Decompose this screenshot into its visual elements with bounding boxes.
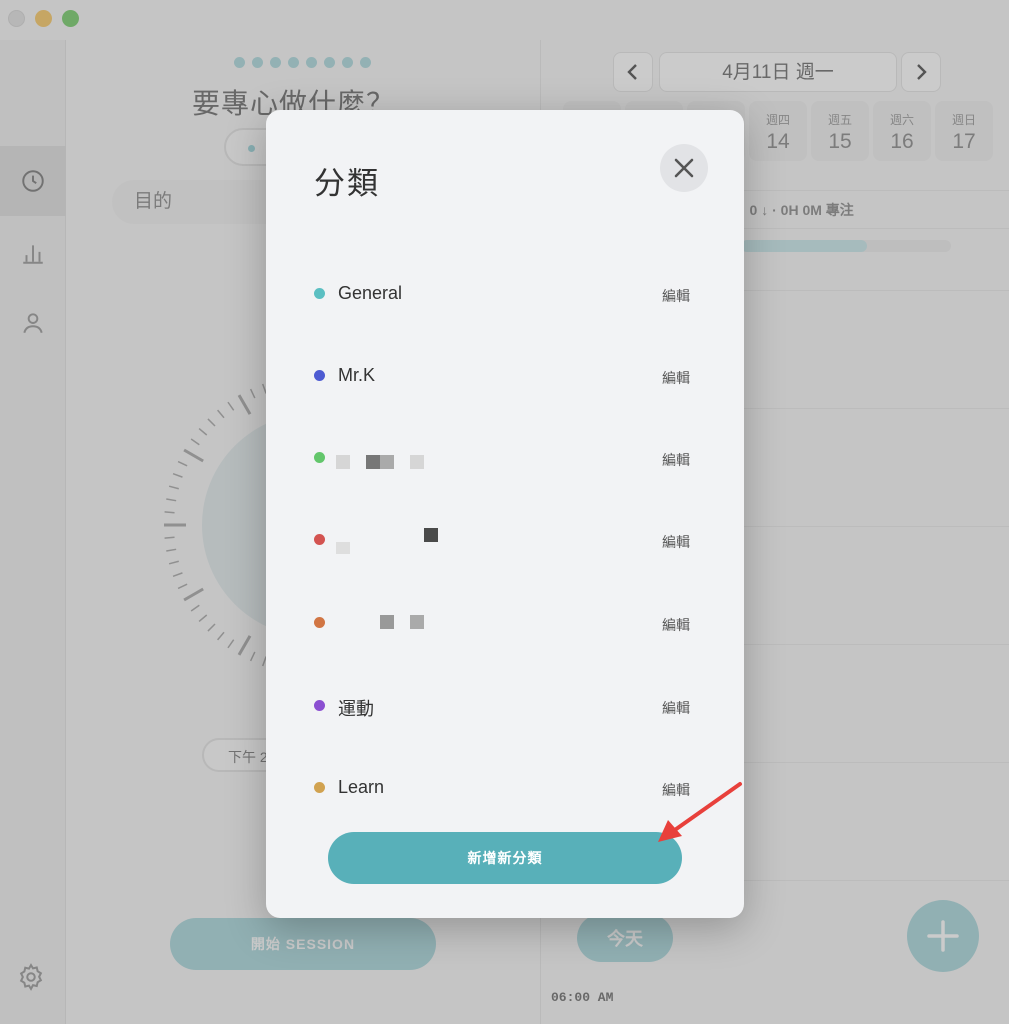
category-color-dot xyxy=(314,617,325,628)
modal-title: 分類 xyxy=(314,166,380,201)
list-item[interactable]: 編輯 xyxy=(314,603,692,643)
category-color-dot xyxy=(314,288,325,299)
edit-category-button[interactable]: 編輯 xyxy=(662,368,690,388)
redacted-name xyxy=(380,615,394,629)
category-color-dot xyxy=(314,700,325,711)
category-color-dot xyxy=(314,452,325,463)
annotation-arrow-icon xyxy=(658,782,742,842)
close-icon xyxy=(674,158,694,178)
list-item[interactable]: Learn 編輯 xyxy=(314,768,692,808)
edit-category-button[interactable]: 編輯 xyxy=(662,615,690,635)
close-button[interactable] xyxy=(660,144,708,192)
redacted-name xyxy=(336,542,350,554)
list-item[interactable]: 編輯 xyxy=(314,520,692,560)
category-color-dot xyxy=(314,370,325,381)
category-name: 運動 xyxy=(338,699,374,719)
category-color-dot xyxy=(314,534,325,545)
edit-category-button[interactable]: 編輯 xyxy=(662,532,690,552)
category-name: Mr.K xyxy=(338,365,376,385)
list-item[interactable]: Mr.K 編輯 xyxy=(314,356,692,396)
category-color-dot xyxy=(314,782,325,793)
category-name: General xyxy=(338,283,403,303)
redacted-name xyxy=(336,455,350,469)
add-category-button[interactable]: 新增新分類 xyxy=(328,832,682,884)
redacted-name xyxy=(366,455,380,469)
list-item[interactable]: General 編輯 xyxy=(314,274,692,314)
redacted-name xyxy=(380,455,394,469)
list-item[interactable]: 運動 編輯 xyxy=(314,686,692,726)
redacted-name xyxy=(410,455,424,469)
edit-category-button[interactable]: 編輯 xyxy=(662,450,690,470)
redacted-name xyxy=(424,528,438,542)
redacted-name xyxy=(410,615,424,629)
edit-category-button[interactable]: 編輯 xyxy=(662,286,690,306)
list-item[interactable]: 編輯 xyxy=(314,438,692,478)
category-name: Learn xyxy=(338,777,385,797)
edit-category-button[interactable]: 編輯 xyxy=(662,698,690,718)
